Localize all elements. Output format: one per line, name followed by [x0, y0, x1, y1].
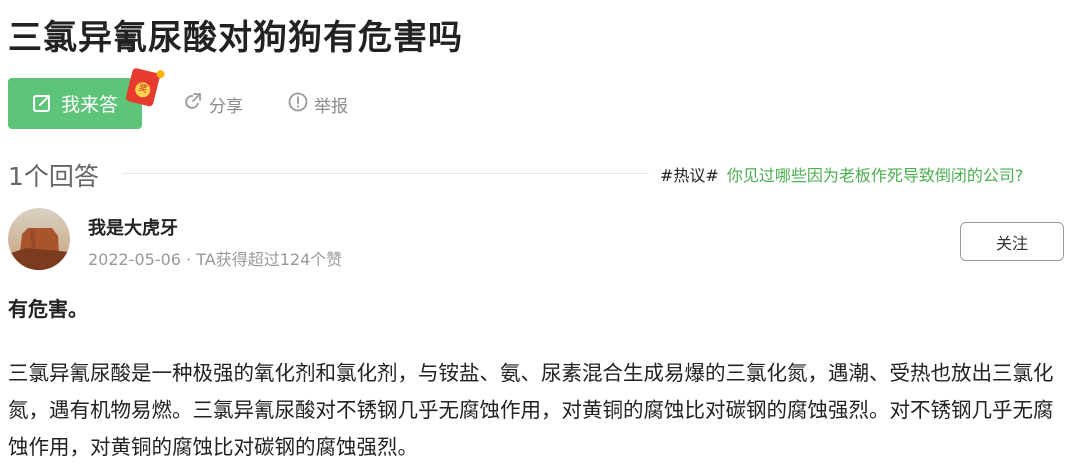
share-label: 分享: [209, 97, 243, 117]
avatar[interactable]: [8, 208, 70, 270]
hot-tag: #热议#: [660, 166, 719, 185]
edit-icon: [32, 93, 53, 114]
report-label: 举报: [314, 97, 348, 117]
share-icon: [183, 92, 203, 117]
follow-button[interactable]: 关注: [960, 222, 1064, 261]
answer-count: 1个回答: [8, 162, 99, 191]
answer-button-label: 我来答: [60, 94, 118, 116]
report-icon: [288, 92, 308, 117]
red-packet-icon[interactable]: 奖: [125, 63, 168, 110]
report-button[interactable]: 举报: [288, 92, 348, 117]
author-name[interactable]: 我是大虎牙: [88, 214, 178, 240]
hot-topic-link[interactable]: #热议# 你见过哪些因为老板作死导致倒闭的公司?: [660, 162, 1023, 186]
section-divider: [122, 173, 649, 174]
author-likes: TA获得超过124个赞: [196, 250, 343, 269]
answer-lead: 有危害。: [8, 297, 88, 321]
hot-topic-text: 你见过哪些因为老板作死导致倒闭的公司?: [726, 166, 1024, 185]
meta-separator: ·: [186, 250, 192, 269]
answer-meta: 2022-05-06 · TA获得超过124个赞: [88, 246, 342, 270]
answer-body: 三氯异氰尿酸是一种极强的氧化剂和氯化剂，与铵盐、氨、尿素混合生成易爆的三氯化氮，…: [8, 361, 1054, 459]
answer-button[interactable]: 我来答: [8, 78, 142, 129]
question-title: 三氯异氰尿酸对狗狗有危害吗: [8, 18, 463, 58]
answer-date: 2022-05-06: [88, 250, 181, 269]
share-button[interactable]: 分享: [183, 92, 243, 117]
